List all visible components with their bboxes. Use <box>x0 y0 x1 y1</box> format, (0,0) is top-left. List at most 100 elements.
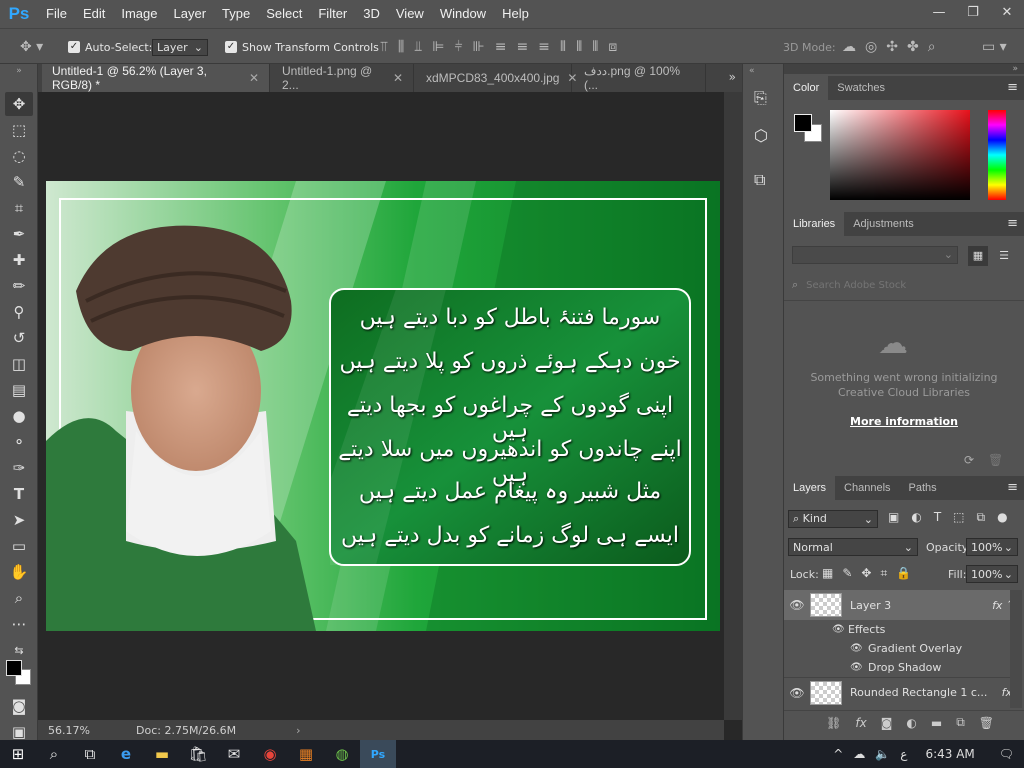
network-icon[interactable]: ☁ <box>853 747 865 761</box>
restore-button[interactable]: ❐ <box>956 0 990 24</box>
task-view-icon[interactable]: ⧉ <box>72 740 108 768</box>
library-dropdown[interactable]: ⌄ <box>792 246 958 264</box>
distribute-right-icon[interactable]: ⦀ <box>592 39 598 55</box>
menu-3d[interactable]: 3D <box>355 0 388 28</box>
visibility-eye-icon[interactable]: 👁 <box>850 643 868 654</box>
visibility-eye-icon[interactable]: 👁 <box>832 624 848 635</box>
link-layers-icon[interactable]: ⛓ <box>826 716 841 730</box>
align-hcenter-icon[interactable]: ⫩ <box>454 39 462 55</box>
new-adjustment-icon[interactable]: ◐ <box>906 716 916 730</box>
history-brush-tool-icon[interactable]: ↺ <box>5 326 33 350</box>
workspace-icon[interactable]: ▭ ▾ <box>982 37 1007 57</box>
shape-filter-icon[interactable]: ⬚ <box>953 510 964 525</box>
opacity-field[interactable]: 100% ⌄ <box>966 538 1018 556</box>
align-left-icon[interactable]: ⊫ <box>432 39 444 55</box>
more-information-link[interactable]: More information <box>804 415 1004 428</box>
menu-image[interactable]: Image <box>113 0 165 28</box>
chrome-icon[interactable]: ◉ <box>252 740 288 768</box>
keyboard-language[interactable]: ع <box>900 747 907 761</box>
close-icon[interactable]: ✕ <box>249 71 259 85</box>
eraser-tool-icon[interactable]: ◫ <box>5 352 33 376</box>
menu-view[interactable]: View <box>388 0 432 28</box>
delete-layer-icon[interactable]: 🗑 <box>979 716 994 730</box>
add-style-icon[interactable]: fx <box>855 716 866 730</box>
show-transform-checkbox[interactable]: ✓ Show Transform Controls <box>225 37 379 57</box>
3d-panel-icon[interactable]: ⬡ <box>754 126 768 145</box>
marquee-tool-icon[interactable]: ⬚ <box>5 118 33 142</box>
orbit-3d-icon[interactable]: ☁ <box>842 39 856 55</box>
tab-color[interactable]: Color <box>784 76 829 100</box>
visibility-eye-icon[interactable]: 👁 <box>784 598 810 612</box>
chevron-up-icon[interactable]: ^ <box>833 747 843 761</box>
tab-urdu-png[interactable]: ددف.png @ 100% (... <box>574 64 706 92</box>
tab-paths[interactable]: Paths <box>900 476 946 500</box>
properties-panel-icon[interactable]: ⧉ <box>754 170 765 190</box>
windows-start-icon[interactable]: ⊞ <box>0 740 36 768</box>
drag-3d-icon[interactable]: ✣ <box>886 39 898 55</box>
hue-slider[interactable] <box>988 110 1006 200</box>
distribute-bottom-icon[interactable]: ≡ <box>538 39 550 55</box>
tab-swatches[interactable]: Swatches <box>828 76 894 100</box>
type-tool-icon[interactable]: T <box>5 482 33 506</box>
smart-object-filter-icon[interactable]: ⧉ <box>977 510 986 525</box>
menu-file[interactable]: File <box>38 0 75 28</box>
tab-layers[interactable]: Layers <box>784 476 836 500</box>
panel-menu-icon[interactable]: ≡ <box>1007 80 1018 95</box>
effects-row[interactable]: 👁 Effects <box>784 620 1016 639</box>
tab-adjustments[interactable]: Adjustments <box>844 212 923 236</box>
align-vcenter-icon[interactable]: ⫼ <box>398 39 404 55</box>
distribute-vcenter-icon[interactable]: ≡ <box>516 39 528 55</box>
fill-field[interactable]: 100% ⌄ <box>966 565 1018 583</box>
new-group-icon[interactable]: ▬ <box>931 716 942 730</box>
app-icon[interactable]: ▦ <box>288 740 324 768</box>
shape-tool-icon[interactable]: ▭ <box>5 534 33 558</box>
minimize-button[interactable]: — <box>922 0 956 24</box>
auto-select-checkbox[interactable]: ✓ Auto-Select: <box>68 37 152 57</box>
roll-3d-icon[interactable]: ◎ <box>865 39 877 55</box>
path-select-tool-icon[interactable]: ➤ <box>5 508 33 532</box>
more-tools-icon[interactable]: ⋯ <box>5 612 33 636</box>
collapse-dock-icon[interactable]: » <box>784 64 1024 74</box>
stock-search-input[interactable] <box>806 279 997 291</box>
align-bottom-icon[interactable]: ⫫ <box>414 39 422 55</box>
effect-row-drop-shadow[interactable]: 👁 Drop Shadow <box>784 658 1016 677</box>
lock-all-icon[interactable]: 🔒 <box>896 566 911 581</box>
type-filter-icon[interactable]: T <box>934 510 941 525</box>
fx-icon[interactable]: fx <box>992 599 1002 612</box>
layers-scrollbar[interactable] <box>1010 590 1022 708</box>
align-top-icon[interactable]: ⫪ <box>380 39 388 55</box>
visibility-eye-icon[interactable]: 👁 <box>850 662 868 673</box>
dodge-tool-icon[interactable]: ⚬ <box>5 430 33 454</box>
color-field[interactable] <box>830 110 970 200</box>
collapse-toolbar-icon[interactable]: » <box>5 66 33 76</box>
pen-tool-icon[interactable]: ✑ <box>5 456 33 480</box>
crop-tool-icon[interactable]: ⌗ <box>5 196 33 220</box>
add-mask-icon[interactable]: ◙ <box>881 716 893 730</box>
grid-view-icon[interactable]: ▦ <box>968 246 988 266</box>
pixel-filter-icon[interactable]: ▣ <box>888 510 899 525</box>
app-icon[interactable]: ◍ <box>324 740 360 768</box>
brush-tool-icon[interactable]: ✏ <box>5 274 33 298</box>
effect-row-gradient-overlay[interactable]: 👁 Gradient Overlay <box>784 639 1016 658</box>
search-icon[interactable]: ⌕ <box>36 740 72 768</box>
auto-align-icon[interactable]: ⧈ <box>608 39 617 55</box>
foreground-color-swatch[interactable] <box>6 660 22 676</box>
lasso-tool-icon[interactable]: ◌ <box>5 144 33 168</box>
store-icon[interactable]: 🛍 <box>180 740 216 768</box>
lock-image-icon[interactable]: ✎ <box>842 566 852 581</box>
sync-icon[interactable]: ⟳ <box>964 453 974 467</box>
new-layer-icon[interactable]: ⧉ <box>956 715 965 730</box>
action-center-icon[interactable]: 🗨 <box>999 747 1014 761</box>
lock-position-icon[interactable]: ✥ <box>861 566 871 581</box>
menu-layer[interactable]: Layer <box>166 0 215 28</box>
more-tabs-icon[interactable]: » <box>729 70 736 84</box>
zoom-3d-icon[interactable]: ⌕ <box>928 39 936 55</box>
zoom-tool-icon[interactable]: ⌕ <box>5 586 33 610</box>
menu-window[interactable]: Window <box>432 0 494 28</box>
quick-mask-icon[interactable]: ◙ <box>5 694 33 718</box>
filter-toggle-icon[interactable]: ● <box>997 510 1007 525</box>
distribute-left-icon[interactable]: ⦀ <box>560 39 566 55</box>
auto-select-dropdown[interactable]: Layer ⌄ <box>152 38 208 56</box>
layer-row-rounded-rectangle[interactable]: 👁 Rounded Rectangle 1 c... fx <box>784 677 1016 707</box>
tab-xdmpcd83[interactable]: xdMPCD83_400x400.jpg ✕ <box>416 64 577 92</box>
